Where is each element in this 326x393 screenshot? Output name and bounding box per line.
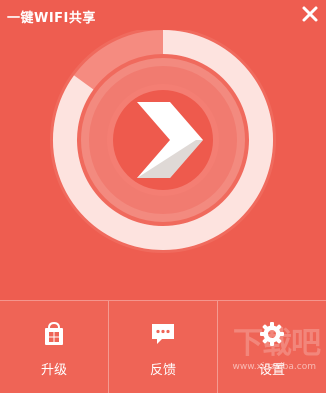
watermark: 下载吧 www.xiazaiba.com xyxy=(224,318,324,390)
feedback-button[interactable]: 反馈 xyxy=(109,301,218,393)
main-panel xyxy=(0,30,326,300)
chat-bubble-icon xyxy=(150,321,176,347)
store-icon xyxy=(41,321,67,347)
close-icon[interactable] xyxy=(300,4,320,24)
watermark-text: 下载吧 xyxy=(233,326,321,361)
title-bar: 一键WIFI共享 xyxy=(0,0,326,30)
upgrade-label: 升级 xyxy=(40,363,67,378)
watermark-url: www.xiazaiba.com xyxy=(232,362,316,372)
upgrade-button[interactable]: 升级 xyxy=(0,301,109,393)
window-title: 一键WIFI共享 xyxy=(7,11,96,26)
start-button[interactable] xyxy=(109,116,217,224)
feedback-label: 反馈 xyxy=(149,363,176,378)
